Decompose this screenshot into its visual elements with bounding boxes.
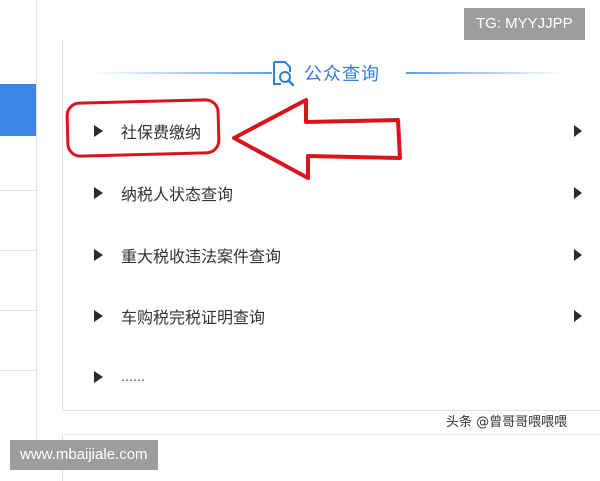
menu-item-label: 重大税收违法案件查询 xyxy=(121,247,282,266)
sidebar-divider xyxy=(0,250,36,251)
chevron-right-icon xyxy=(574,187,582,199)
header-divider-right xyxy=(406,72,566,74)
bullet-triangle-icon xyxy=(94,310,103,322)
chevron-right-icon xyxy=(574,249,582,261)
highlight-circle xyxy=(65,97,221,159)
menu-item-vehicle-tax-certificate[interactable]: 车购税完税证明查询 xyxy=(62,296,592,336)
site-watermark: www.mbaijiale.com xyxy=(10,440,158,470)
left-arrow-icon xyxy=(232,98,402,180)
panel-header: 公众查询 xyxy=(62,55,600,91)
search-document-icon xyxy=(273,61,295,87)
bullet-triangle-icon xyxy=(94,371,103,383)
menu-item-tax-violation-cases[interactable]: 重大税收违法案件查询 xyxy=(62,235,592,275)
sidebar-active-item[interactable] xyxy=(0,84,36,136)
bullet-triangle-icon xyxy=(94,187,103,199)
bullet-triangle-icon xyxy=(94,249,103,261)
author-byline: 头条 @曾哥哥喂喂喂 xyxy=(446,415,568,430)
sidebar-divider xyxy=(0,190,36,191)
tg-watermark: TG: MYYJJPP xyxy=(464,8,585,40)
menu-item-more[interactable]: …… xyxy=(62,357,592,397)
menu-item-label: …… xyxy=(121,370,145,384)
sidebar-strip xyxy=(0,0,37,440)
panel-title: 公众查询 xyxy=(304,64,380,85)
chevron-right-icon xyxy=(574,125,582,137)
chevron-right-icon xyxy=(574,310,582,322)
header-title-group: 公众查询 xyxy=(268,57,380,89)
menu-item-label: 纳税人状态查询 xyxy=(121,185,234,204)
sidebar-divider xyxy=(0,310,36,311)
header-divider-left xyxy=(92,72,272,74)
menu-item-label: 车购税完税证明查询 xyxy=(121,308,266,327)
sidebar-divider xyxy=(0,370,36,371)
